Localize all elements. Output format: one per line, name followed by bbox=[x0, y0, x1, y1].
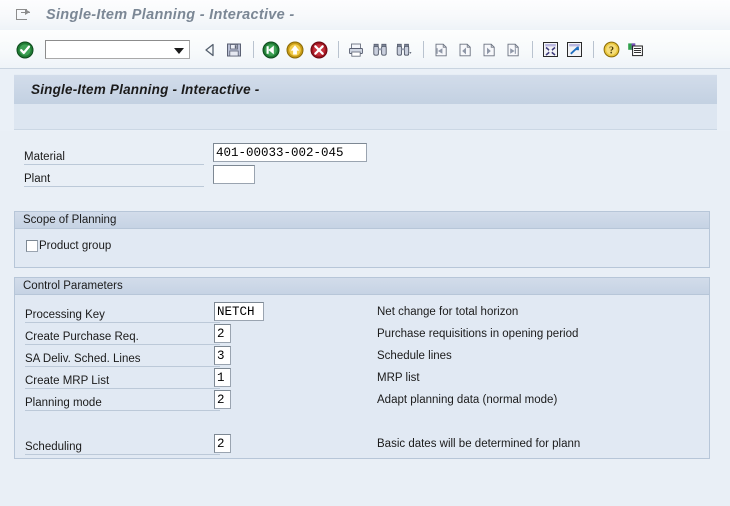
main-toolbar: ? bbox=[0, 30, 730, 69]
processing-key-description: Net change for total horizon bbox=[377, 306, 519, 318]
plant-label: Plant bbox=[24, 172, 51, 185]
screen-header-band: Single-Item Planning - Interactive - bbox=[14, 74, 717, 104]
svg-text:?: ? bbox=[609, 45, 614, 56]
sa-deliv-sched-lines-label: SA Deliv. Sched. Lines bbox=[25, 352, 141, 365]
create-purchase-req-description: Purchase requisitions in opening period bbox=[377, 328, 579, 340]
toolbar-separator bbox=[338, 41, 339, 58]
create-mrp-list-row: Create MRP List bbox=[25, 370, 225, 391]
cancel-button[interactable] bbox=[308, 39, 330, 61]
processing-key-input[interactable] bbox=[214, 302, 264, 321]
create-session-button[interactable] bbox=[539, 39, 561, 61]
material-label: Material bbox=[24, 150, 65, 163]
chevron-down-icon[interactable] bbox=[174, 48, 184, 54]
plant-input[interactable] bbox=[213, 165, 255, 184]
last-page-button[interactable] bbox=[502, 39, 524, 61]
next-page-button[interactable] bbox=[478, 39, 500, 61]
window-title-bar: Single-Item Planning - Interactive - bbox=[0, 0, 730, 30]
screen-canvas: Material Plant Scope of Planning Product… bbox=[0, 131, 730, 506]
enter-button[interactable] bbox=[14, 39, 36, 61]
planning-mode-row: Planning mode bbox=[25, 392, 225, 413]
save-button[interactable] bbox=[223, 39, 245, 61]
sa-deliv-sched-lines-input[interactable] bbox=[214, 346, 231, 365]
product-group-checkbox-row[interactable]: Product group bbox=[26, 240, 111, 252]
planning-mode-description: Adapt planning data (normal mode) bbox=[377, 394, 558, 406]
product-group-checkbox[interactable] bbox=[26, 240, 38, 252]
toolbar-separator bbox=[253, 41, 254, 58]
processing-key-row: Processing Key bbox=[25, 304, 225, 325]
control-parameters-group: Control Parameters Processing Key Net ch… bbox=[14, 277, 710, 459]
exit-door-icon bbox=[16, 8, 32, 22]
create-mrp-list-input[interactable] bbox=[214, 368, 231, 387]
material-input[interactable] bbox=[213, 143, 367, 162]
create-purchase-req-row: Create Purchase Req. bbox=[25, 326, 225, 347]
first-page-button[interactable] bbox=[430, 39, 452, 61]
toolbar-separator bbox=[532, 41, 533, 58]
page-title: Single-Item Planning - Interactive - bbox=[31, 82, 260, 97]
toolbar-separator bbox=[423, 41, 424, 58]
create-purchase-req-label: Create Purchase Req. bbox=[25, 330, 139, 343]
create-shortcut-button[interactable] bbox=[563, 39, 585, 61]
exit-back-button[interactable] bbox=[260, 39, 282, 61]
processing-key-label: Processing Key bbox=[25, 308, 105, 321]
planning-mode-label: Planning mode bbox=[25, 396, 102, 409]
find-button[interactable] bbox=[369, 39, 391, 61]
find-next-button[interactable] bbox=[393, 39, 415, 61]
scheduling-description: Basic dates will be determined for plann bbox=[377, 438, 581, 450]
control-parameters-title: Control Parameters bbox=[15, 278, 709, 295]
scope-of-planning-group: Scope of Planning Product group bbox=[14, 211, 710, 268]
exit-button[interactable] bbox=[284, 39, 306, 61]
sa-deliv-sched-lines-description: Schedule lines bbox=[377, 350, 452, 362]
scheduling-input[interactable] bbox=[214, 434, 231, 453]
scope-of-planning-title: Scope of Planning bbox=[15, 212, 709, 229]
product-group-label: Product group bbox=[39, 240, 112, 252]
customize-button[interactable] bbox=[624, 39, 646, 61]
sa-deliv-sched-lines-row: SA Deliv. Sched. Lines bbox=[25, 348, 225, 369]
window-title: Single-Item Planning - Interactive - bbox=[46, 7, 295, 23]
planning-mode-input[interactable] bbox=[214, 390, 231, 409]
command-field[interactable] bbox=[45, 40, 190, 60]
plant-row: Plant bbox=[24, 168, 369, 189]
back-button[interactable] bbox=[199, 39, 221, 61]
screen-subheader-band bbox=[14, 104, 717, 130]
create-mrp-list-label: Create MRP List bbox=[25, 374, 110, 387]
create-purchase-req-input[interactable] bbox=[214, 324, 231, 343]
toolbar-separator bbox=[593, 41, 594, 58]
create-mrp-list-description: MRP list bbox=[377, 372, 420, 384]
scheduling-row: Scheduling bbox=[25, 436, 225, 457]
previous-page-button[interactable] bbox=[454, 39, 476, 61]
command-input[interactable] bbox=[46, 42, 166, 60]
print-button[interactable] bbox=[345, 39, 367, 61]
scheduling-label: Scheduling bbox=[25, 440, 82, 453]
help-button[interactable]: ? bbox=[600, 39, 622, 61]
sap-gui-window: Single-Item Planning - Interactive - ? S… bbox=[0, 0, 730, 506]
